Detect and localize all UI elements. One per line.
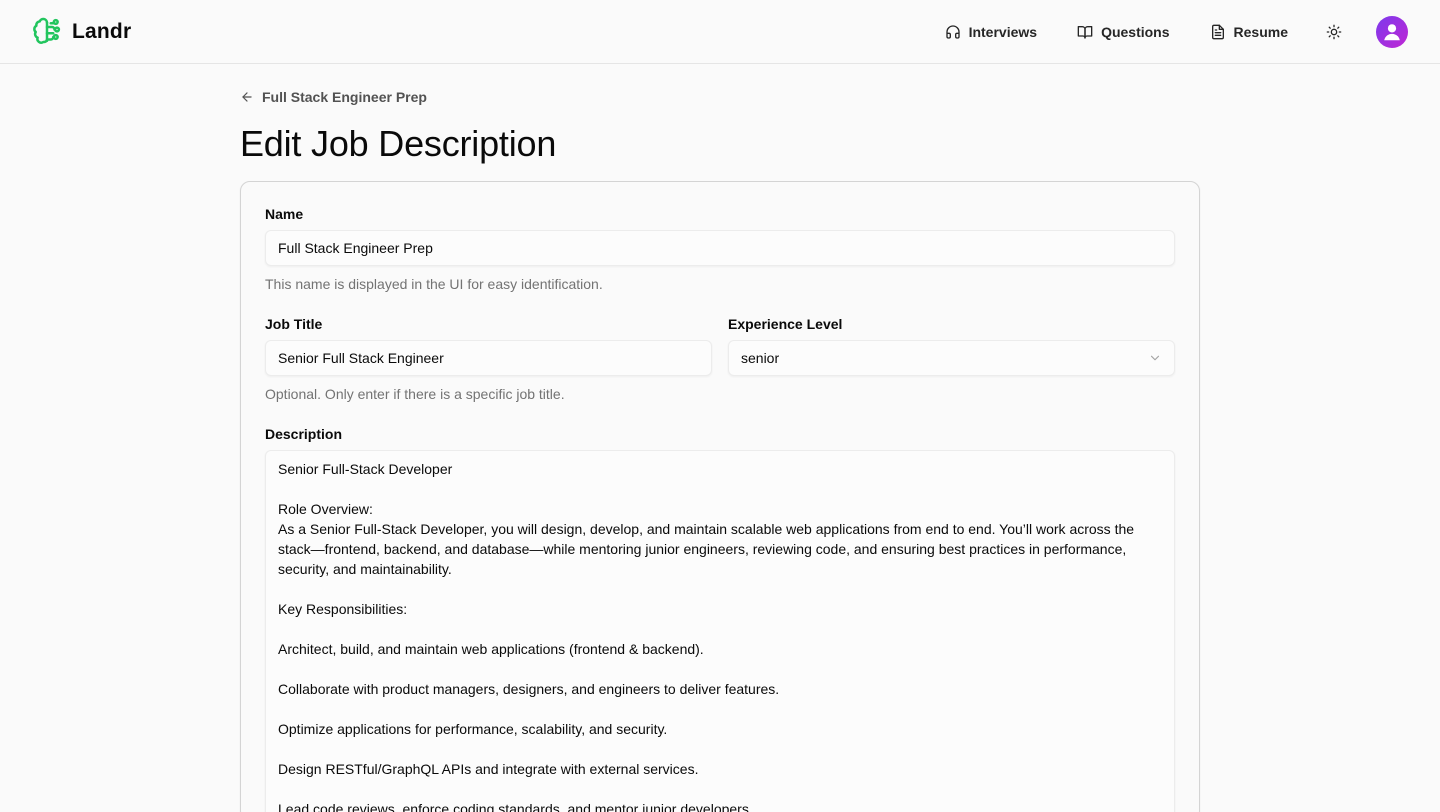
job-title-field-group: Job Title Optional. Only enter if there … [265,316,712,402]
user-icon [1381,21,1403,43]
title-level-row: Job Title Optional. Only enter if there … [265,316,1175,402]
experience-level-select[interactable]: senior [728,340,1175,376]
nav-interviews-label: Interviews [968,23,1038,40]
arrow-left-icon [240,90,254,104]
experience-level-field-group: Experience Level senior [728,316,1175,402]
main-nav: Interviews Questions Resume [945,15,1408,48]
brand-name: Landr [72,19,132,43]
chevron-down-icon [1148,351,1162,365]
page-title: Edit Job Description [240,123,557,164]
nav-questions[interactable]: Questions [1077,23,1170,40]
nav-resume-label: Resume [1233,23,1288,40]
name-label: Name [265,206,304,222]
description-label: Description [265,426,343,442]
job-title-input[interactable] [265,340,712,376]
experience-level-label: Experience Level [728,316,843,332]
theme-toggle-button[interactable] [1326,24,1342,40]
brain-logo-icon [32,17,62,47]
brand-logo-link[interactable]: Landr [32,17,131,47]
name-field-group: Name This name is displayed in the UI fo… [265,206,1175,292]
book-open-icon [1077,24,1093,40]
user-avatar-button[interactable] [1376,15,1408,48]
back-link-label: Full Stack Engineer Prep [262,89,427,105]
nav-resume[interactable]: Resume [1210,24,1288,40]
nav-interviews[interactable]: Interviews [945,24,1037,40]
edit-form-card: Name This name is displayed in the UI fo… [240,181,1200,812]
name-hint: This name is displayed in the UI for eas… [265,276,603,292]
headset-icon [945,24,961,40]
experience-level-value: senior [741,350,780,366]
sun-icon [1326,24,1342,40]
nav-questions-label: Questions [1101,23,1170,40]
top-navigation-bar: Landr Interviews Questions Resume [0,0,1440,64]
name-input[interactable] [265,230,1175,266]
main-content: Full Stack Engineer Prep Edit Job Descri… [240,64,1200,812]
file-text-icon [1210,24,1226,40]
job-title-hint: Optional. Only enter if there is a speci… [265,386,565,402]
back-link[interactable]: Full Stack Engineer Prep [240,88,1200,106]
job-title-label: Job Title [265,316,323,332]
description-textarea[interactable]: Senior Full-Stack Developer Role Overvie… [265,450,1175,812]
